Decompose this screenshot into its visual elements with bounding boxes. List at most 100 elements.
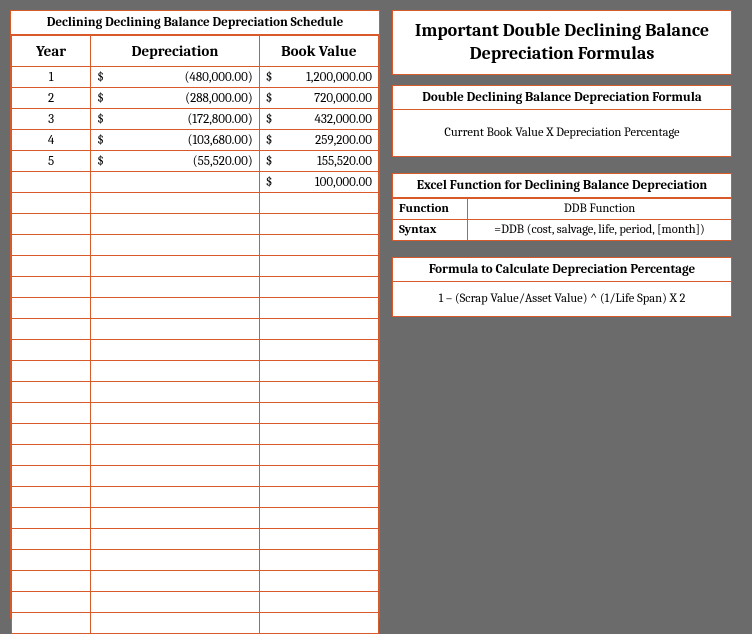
table-cell-empty bbox=[259, 613, 378, 634]
table-cell-empty bbox=[12, 424, 91, 445]
table-cell: $100,000.00 bbox=[259, 172, 378, 193]
table-row-empty bbox=[12, 403, 379, 424]
header-year: Year bbox=[12, 36, 91, 67]
table-row-empty bbox=[12, 571, 379, 592]
table-cell: $(103,680.00) bbox=[91, 130, 260, 151]
table-row-empty bbox=[12, 592, 379, 613]
table-cell-empty bbox=[259, 571, 378, 592]
table-cell-empty bbox=[91, 592, 260, 613]
depreciation-schedule-panel: Declining Declining Balance Depreciation… bbox=[10, 10, 380, 619]
table-row-empty bbox=[12, 529, 379, 550]
table-header-row: Year Depreciation Book Value bbox=[12, 36, 379, 67]
table-cell: $(172,800.00) bbox=[91, 109, 260, 130]
table-cell-empty bbox=[12, 403, 91, 424]
table-cell-empty bbox=[259, 235, 378, 256]
header-depreciation: Depreciation bbox=[91, 36, 260, 67]
table-cell-empty bbox=[259, 214, 378, 235]
table-cell-empty bbox=[12, 613, 91, 634]
table-row-empty bbox=[12, 235, 379, 256]
table-cell-empty bbox=[91, 193, 260, 214]
table-row: 4$(103,680.00)$259,200.00 bbox=[12, 130, 379, 151]
table-cell: $1,200,000.00 bbox=[259, 67, 378, 88]
table-cell-empty bbox=[12, 298, 91, 319]
table-cell-empty bbox=[259, 361, 378, 382]
table-row-empty bbox=[12, 277, 379, 298]
table-cell-empty bbox=[91, 235, 260, 256]
table-row-empty bbox=[12, 256, 379, 277]
table-cell-empty bbox=[259, 382, 378, 403]
table-cell-empty bbox=[259, 319, 378, 340]
table-cell-empty bbox=[12, 277, 91, 298]
table-cell-year: 2 bbox=[12, 88, 91, 109]
table-cell-empty bbox=[91, 508, 260, 529]
table-cell-empty bbox=[12, 466, 91, 487]
table-cell-empty bbox=[259, 508, 378, 529]
table-cell-empty bbox=[259, 466, 378, 487]
table-row: 1$(480,000.00)$1,200,000.00 bbox=[12, 67, 379, 88]
ddb-formula-body: Current Book Value X Depreciation Percen… bbox=[392, 110, 732, 157]
table-cell: $432,000.00 bbox=[259, 109, 378, 130]
table-row-empty bbox=[12, 550, 379, 571]
percentage-formula-header: Formula to Calculate Depreciation Percen… bbox=[392, 257, 732, 282]
table-row: 3$(172,800.00)$432,000.00 bbox=[12, 109, 379, 130]
table-cell-empty bbox=[91, 529, 260, 550]
table-cell-empty bbox=[259, 445, 378, 466]
header-book-value: Book Value bbox=[259, 36, 378, 67]
table-cell: $(288,000.00) bbox=[91, 88, 260, 109]
table-cell-year: 4 bbox=[12, 130, 91, 151]
table-cell-empty bbox=[12, 256, 91, 277]
syntax-value: =DDB (cost, salvage, life, period, [mont… bbox=[468, 219, 732, 240]
excel-function-block: Excel Function for Declining Balance Dep… bbox=[392, 173, 732, 241]
formulas-panel: Important Double Declining Balance Depre… bbox=[392, 10, 732, 619]
table-row-empty bbox=[12, 487, 379, 508]
table-row-empty bbox=[12, 361, 379, 382]
ddb-formula-block: Double Declining Balance Depreciation Fo… bbox=[392, 85, 732, 157]
table-cell-empty bbox=[259, 340, 378, 361]
table-cell: $155,520.00 bbox=[259, 151, 378, 172]
table-cell-empty bbox=[12, 235, 91, 256]
table-cell-empty bbox=[12, 529, 91, 550]
table-cell-empty bbox=[91, 424, 260, 445]
table-cell-empty bbox=[12, 361, 91, 382]
table-cell: $720,000.00 bbox=[259, 88, 378, 109]
syntax-row: Syntax =DDB (cost, salvage, life, period… bbox=[393, 219, 732, 240]
table-row-empty bbox=[12, 298, 379, 319]
table-row-empty bbox=[12, 193, 379, 214]
table-row-empty bbox=[12, 319, 379, 340]
table-cell-empty bbox=[91, 214, 260, 235]
table-cell-empty bbox=[12, 508, 91, 529]
function-value: DDB Function bbox=[468, 198, 732, 219]
table-row-empty bbox=[12, 613, 379, 634]
table-cell-empty bbox=[91, 319, 260, 340]
excel-function-header: Excel Function for Declining Balance Dep… bbox=[392, 173, 732, 198]
table-cell-empty bbox=[12, 487, 91, 508]
table-cell-empty bbox=[91, 340, 260, 361]
table-row-empty bbox=[12, 340, 379, 361]
table-row-empty bbox=[12, 466, 379, 487]
table-row-empty bbox=[12, 214, 379, 235]
table-row: 5$(55,520.00)$155,520.00 bbox=[12, 151, 379, 172]
table-cell: $(480,000.00) bbox=[91, 67, 260, 88]
table-cell-empty bbox=[259, 403, 378, 424]
percentage-formula-body: 1 – (Scrap Value/Asset Value) ^ (1/Life … bbox=[392, 282, 732, 317]
table-row-empty bbox=[12, 424, 379, 445]
table-cell bbox=[12, 172, 91, 193]
table-row-empty bbox=[12, 382, 379, 403]
table-cell-empty bbox=[91, 403, 260, 424]
table-cell: $(55,520.00) bbox=[91, 151, 260, 172]
table-cell-empty bbox=[91, 487, 260, 508]
table-cell-empty bbox=[12, 382, 91, 403]
table-cell-year: 3 bbox=[12, 109, 91, 130]
percentage-formula-block: Formula to Calculate Depreciation Percen… bbox=[392, 257, 732, 317]
table-cell-empty bbox=[12, 319, 91, 340]
table-row-empty bbox=[12, 508, 379, 529]
table-cell-empty bbox=[259, 193, 378, 214]
table-cell-year: 1 bbox=[12, 67, 91, 88]
table-cell-empty bbox=[259, 298, 378, 319]
table-cell-empty bbox=[91, 571, 260, 592]
formulas-main-title: Important Double Declining Balance Depre… bbox=[392, 10, 732, 75]
table-cell bbox=[91, 172, 260, 193]
table-cell-empty bbox=[91, 298, 260, 319]
table-cell-empty bbox=[259, 256, 378, 277]
ddb-formula-header: Double Declining Balance Depreciation Fo… bbox=[392, 85, 732, 110]
